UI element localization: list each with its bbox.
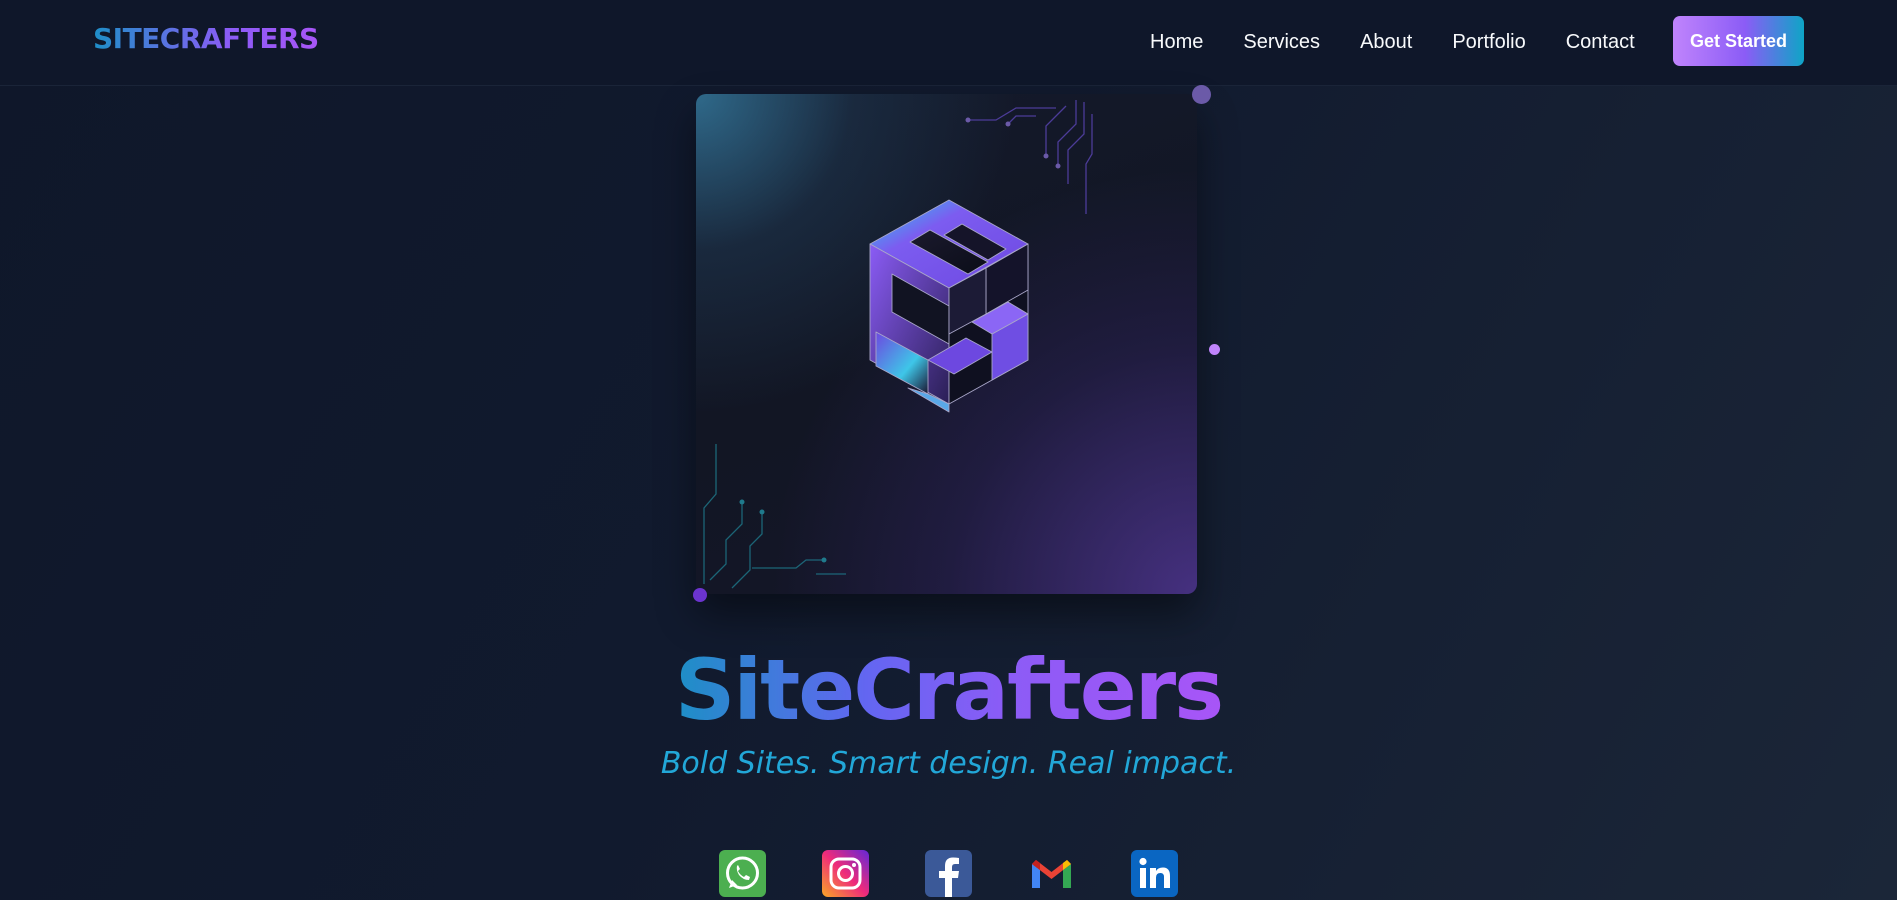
whatsapp-icon[interactable] <box>719 850 766 897</box>
get-started-button[interactable]: Get Started <box>1673 16 1804 66</box>
decorative-dot <box>1209 344 1220 355</box>
navbar: SITECRAFTERS Home Services About Portfol… <box>0 0 1897 86</box>
linkedin-icon[interactable] <box>1131 850 1178 897</box>
isometric-cube-logo-icon <box>703 100 1093 589</box>
nav-link-about[interactable]: About <box>1360 28 1412 56</box>
hero-title: SiteCrafters <box>0 640 1897 740</box>
hero-title-text: SiteCrafters <box>674 641 1224 739</box>
brand-logo-text[interactable]: SITECRAFTERS <box>93 22 319 55</box>
decorative-dot <box>693 588 707 602</box>
social-links <box>719 850 1178 897</box>
hero-logo-image <box>696 94 1197 594</box>
facebook-icon[interactable] <box>925 850 972 897</box>
nav-link-portfolio[interactable]: Portfolio <box>1452 28 1525 56</box>
decorative-dot <box>1192 85 1211 104</box>
nav-links: Home Services About Portfolio Contact <box>1150 28 1635 56</box>
nav-link-home[interactable]: Home <box>1150 28 1203 56</box>
gmail-icon[interactable] <box>1028 850 1075 897</box>
hero-tagline: Bold Sites. Smart design. Real impact. <box>660 746 1237 781</box>
nav-link-contact[interactable]: Contact <box>1566 28 1635 56</box>
instagram-icon[interactable] <box>822 850 869 897</box>
nav-link-services[interactable]: Services <box>1243 28 1320 56</box>
